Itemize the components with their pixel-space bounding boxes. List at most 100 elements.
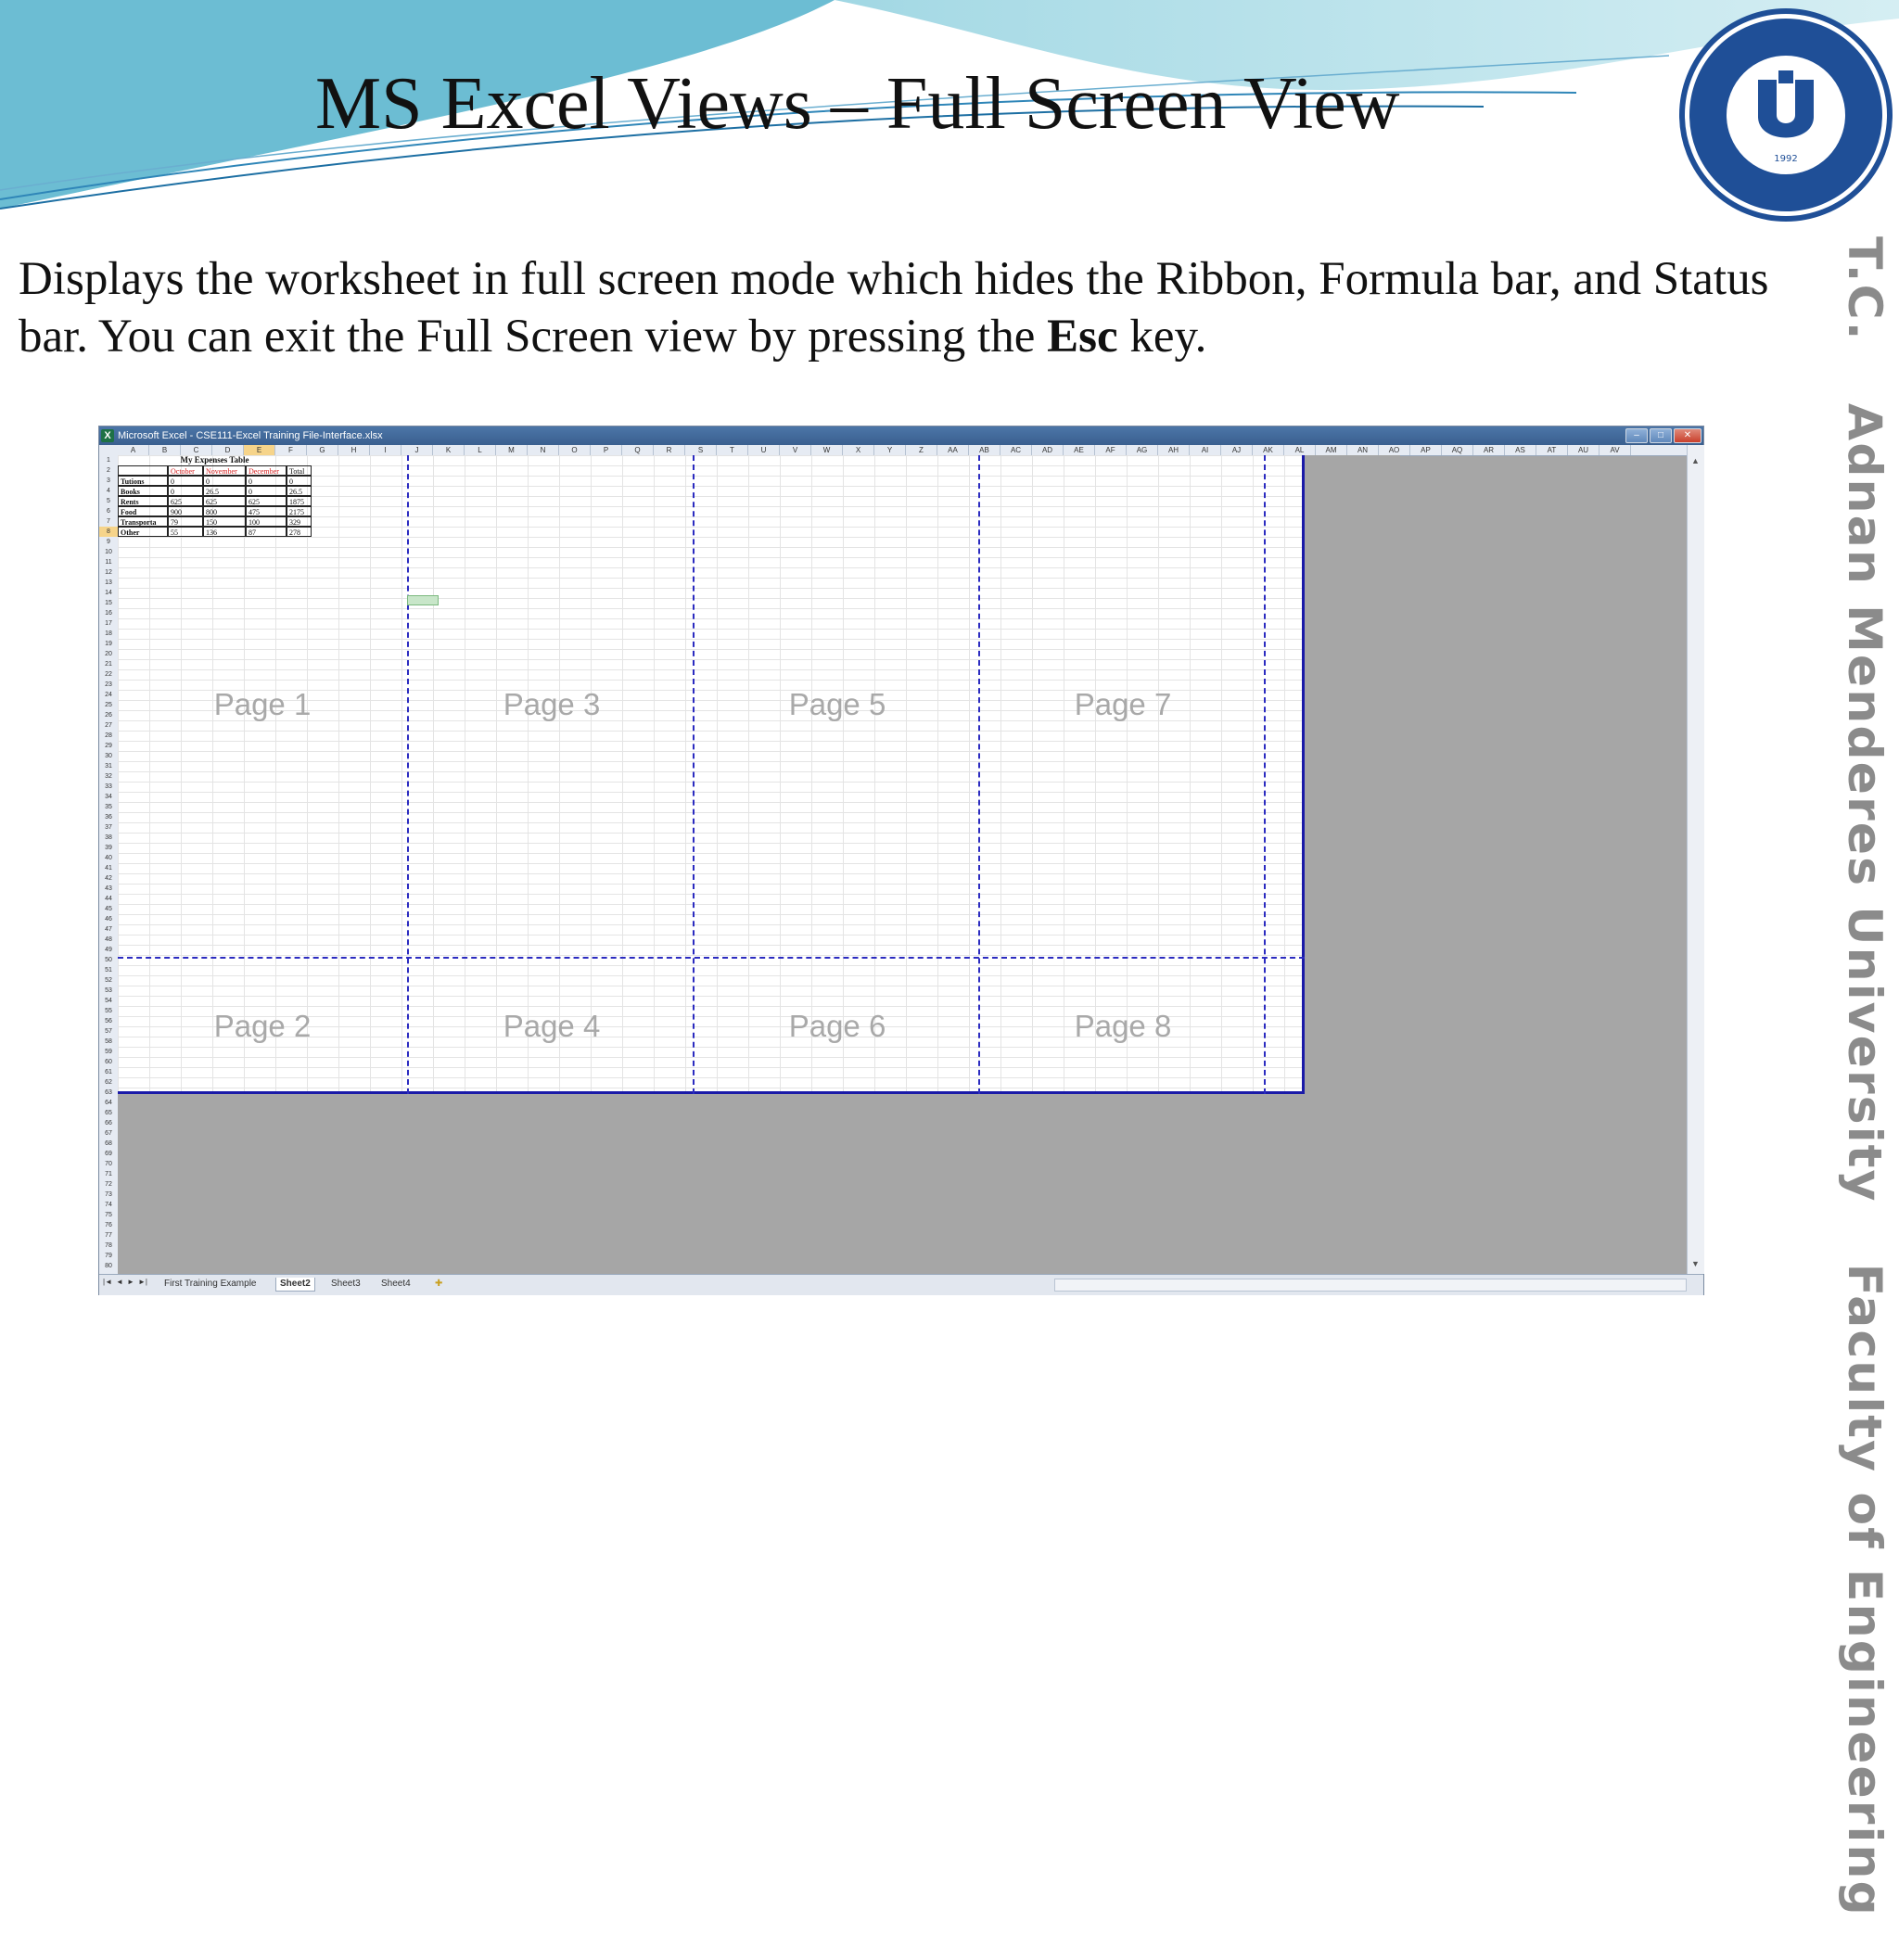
column-header[interactable]: AD	[1032, 445, 1064, 455]
next-sheet-arrow-icon[interactable]: ►	[127, 1278, 134, 1286]
row-header[interactable]: 36	[99, 812, 118, 822]
table-cell[interactable]: 800	[203, 506, 246, 516]
row-header[interactable]: 56	[99, 1016, 118, 1026]
row-header[interactable]: 14	[99, 588, 118, 598]
row-header[interactable]: 2	[99, 465, 118, 476]
table-cell[interactable]: 150	[203, 516, 246, 527]
row-header[interactable]: 22	[99, 669, 118, 680]
column-header[interactable]: AM	[1316, 445, 1347, 455]
row-header[interactable]: 59	[99, 1047, 118, 1057]
row-header[interactable]: 77	[99, 1230, 118, 1241]
row-header[interactable]: 37	[99, 822, 118, 833]
row-header[interactable]: 70	[99, 1159, 118, 1169]
column-header[interactable]: A	[118, 445, 149, 455]
row-header[interactable]: 13	[99, 578, 118, 588]
table-cell[interactable]: 625	[168, 496, 203, 506]
row-header[interactable]: 21	[99, 659, 118, 669]
column-header[interactable]: S	[685, 445, 717, 455]
table-cell[interactable]: 87	[246, 527, 287, 537]
row-header[interactable]: 19	[99, 639, 118, 649]
column-header[interactable]: W	[811, 445, 843, 455]
table-row-label[interactable]: Books	[118, 486, 168, 496]
row-header[interactable]: 66	[99, 1118, 118, 1128]
column-header[interactable]: AF	[1095, 445, 1127, 455]
column-header[interactable]: C	[181, 445, 212, 455]
row-header[interactable]: 46	[99, 914, 118, 924]
excel-app-icon[interactable]: X	[101, 429, 114, 442]
row-header[interactable]: 52	[99, 975, 118, 986]
table-cell[interactable]: 900	[168, 506, 203, 516]
row-header[interactable]: 8	[99, 527, 118, 537]
row-header[interactable]: 54	[99, 996, 118, 1006]
column-header[interactable]: AO	[1379, 445, 1410, 455]
row-header[interactable]: 69	[99, 1149, 118, 1159]
column-header[interactable]: AP	[1410, 445, 1442, 455]
column-header[interactable]: E	[244, 445, 275, 455]
selected-cell-highlight[interactable]	[407, 595, 439, 605]
column-header[interactable]: AU	[1568, 445, 1599, 455]
column-header[interactable]: F	[275, 445, 307, 455]
row-header[interactable]: 51	[99, 965, 118, 975]
row-header[interactable]: 5	[99, 496, 118, 506]
row-header[interactable]: 27	[99, 720, 118, 731]
column-header[interactable]: K	[433, 445, 465, 455]
excel-titlebar[interactable]: X Microsoft Excel - CSE111-Excel Trainin…	[99, 426, 1703, 445]
row-header[interactable]: 34	[99, 792, 118, 802]
column-header[interactable]: R	[654, 445, 685, 455]
column-header[interactable]: AH	[1158, 445, 1190, 455]
table-cell[interactable]: 0	[246, 486, 287, 496]
row-header[interactable]: 39	[99, 843, 118, 853]
row-header[interactable]: 26	[99, 710, 118, 720]
sheet-tab-sheet3[interactable]: Sheet3	[327, 1278, 364, 1291]
table-row-label[interactable]: Transporta	[118, 516, 168, 527]
row-header[interactable]: 44	[99, 894, 118, 904]
last-sheet-arrow-icon[interactable]: ►|	[138, 1278, 147, 1286]
table-cell[interactable]: 329	[287, 516, 312, 527]
table-cell[interactable]: 100	[246, 516, 287, 527]
column-header[interactable]: AV	[1599, 445, 1631, 455]
column-header[interactable]: AB	[969, 445, 1000, 455]
row-header[interactable]: 42	[99, 873, 118, 884]
column-header[interactable]: T	[717, 445, 748, 455]
row-header[interactable]: 75	[99, 1210, 118, 1220]
row-header[interactable]: 30	[99, 751, 118, 761]
maximize-button[interactable]: □	[1650, 428, 1672, 443]
row-header[interactable]: 23	[99, 680, 118, 690]
row-header[interactable]: 62	[99, 1077, 118, 1088]
table-header-cell[interactable]: October	[168, 465, 203, 476]
row-header[interactable]: 11	[99, 557, 118, 567]
row-header[interactable]: 47	[99, 924, 118, 935]
table-row-label[interactable]: Tutions	[118, 476, 168, 486]
column-header[interactable]: B	[149, 445, 181, 455]
column-header[interactable]: L	[465, 445, 496, 455]
column-header[interactable]: P	[591, 445, 622, 455]
row-header[interactable]: 73	[99, 1190, 118, 1200]
column-header[interactable]: AC	[1000, 445, 1032, 455]
column-header[interactable]: J	[401, 445, 433, 455]
row-header[interactable]: 76	[99, 1220, 118, 1230]
column-header[interactable]: M	[496, 445, 528, 455]
row-header[interactable]: 3	[99, 476, 118, 486]
row-header[interactable]: 31	[99, 761, 118, 771]
column-header[interactable]: O	[559, 445, 591, 455]
table-header-cell[interactable]: December	[246, 465, 287, 476]
sheet-tab-sheet4[interactable]: Sheet4	[377, 1278, 414, 1291]
row-header[interactable]: 61	[99, 1067, 118, 1077]
table-cell[interactable]: 2175	[287, 506, 312, 516]
column-header[interactable]: G	[307, 445, 338, 455]
column-header[interactable]: AJ	[1221, 445, 1253, 455]
row-header[interactable]: 45	[99, 904, 118, 914]
table-header-cell[interactable]: Total	[287, 465, 312, 476]
row-header[interactable]: 9	[99, 537, 118, 547]
table-row-label[interactable]: Other	[118, 527, 168, 537]
column-header[interactable]: H	[338, 445, 370, 455]
row-header[interactable]: 35	[99, 802, 118, 812]
row-header[interactable]: 58	[99, 1037, 118, 1047]
table-cell[interactable]: 55	[168, 527, 203, 537]
table-cell[interactable]: 278	[287, 527, 312, 537]
table-row-label[interactable]: Rents	[118, 496, 168, 506]
row-header[interactable]: 40	[99, 853, 118, 863]
first-sheet-arrow-icon[interactable]: |◄	[103, 1278, 112, 1286]
table-cell[interactable]: 1875	[287, 496, 312, 506]
scroll-down-arrow-icon[interactable]: ▼	[1691, 1259, 1700, 1268]
